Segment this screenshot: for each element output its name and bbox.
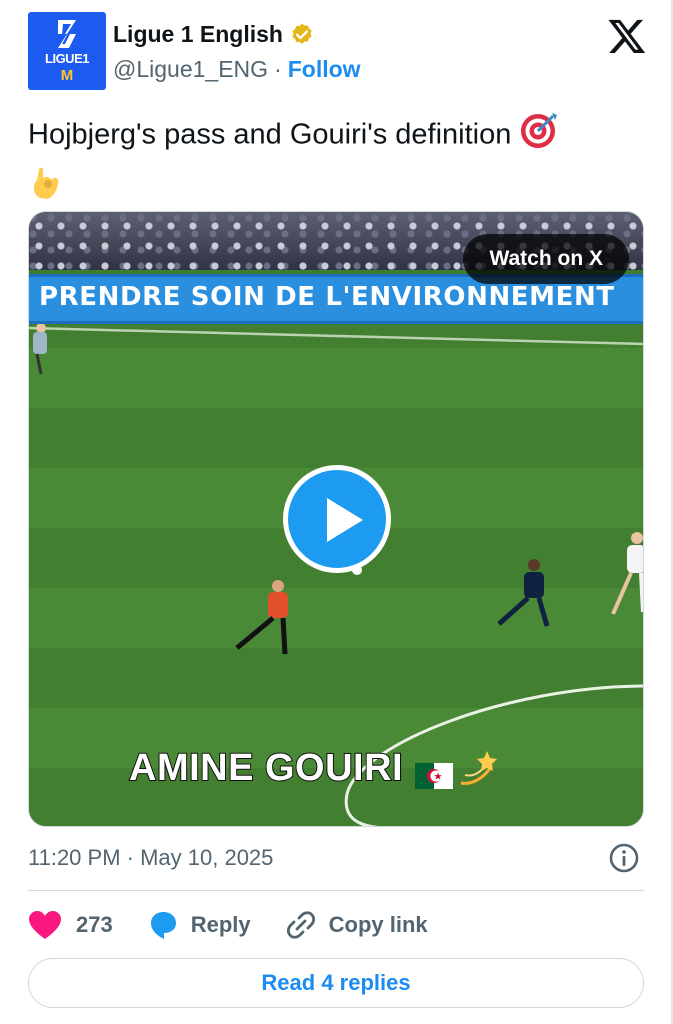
handle-line: @Ligue1_ENG · Follow <box>113 56 361 83</box>
referee <box>235 580 288 655</box>
copy-link-button[interactable]: Copy link <box>285 909 428 941</box>
ligue1-logo-icon <box>58 20 76 48</box>
timestamp-row: 11:20 PM · May 10, 2025 <box>28 842 644 878</box>
video-media[interactable]: PRENDRE SOIN DE L'ENVIRONNEMENT Watch on… <box>28 211 644 827</box>
x-logo-icon[interactable] <box>606 16 648 56</box>
player-white-2 <box>611 532 643 615</box>
bullseye-emoji-icon <box>519 110 559 162</box>
tweet-text: Hojbjerg's pass and Gouiri's definition <box>28 110 648 214</box>
dizzy-star-emoji-icon <box>457 749 498 789</box>
heart-icon <box>29 911 61 939</box>
info-icon[interactable] <box>608 842 640 874</box>
play-button[interactable] <box>283 465 391 573</box>
ok-hand-emoji-icon <box>28 162 68 214</box>
caption-text: AMINE GOUIRI <box>128 746 404 790</box>
action-bar: 273 Reply Copy link <box>28 903 644 947</box>
reply-label: Reply <box>190 912 251 937</box>
verified-badge-icon <box>292 23 312 44</box>
algeria-flag-icon <box>415 756 454 789</box>
follow-button[interactable]: Follow <box>288 56 361 83</box>
copy-link-label: Copy link <box>328 912 428 937</box>
name-line: Ligue 1 English <box>113 21 315 48</box>
mcdonalds-mark: M <box>60 67 74 84</box>
reply-bubble-icon <box>150 912 176 939</box>
player-blue-1 <box>497 559 550 627</box>
divider <box>28 890 644 891</box>
separator: · <box>274 56 282 82</box>
tweet-header: LIGUE1 M Ligue 1 English @Ligue1_ENG · F… <box>28 12 648 92</box>
tweet-card: LIGUE1 M Ligue 1 English @Ligue1_ENG · F… <box>0 0 673 1024</box>
link-icon <box>286 911 315 939</box>
handle[interactable]: @Ligue1_ENG <box>113 56 268 83</box>
like-button[interactable]: 273 <box>28 910 113 940</box>
board-text: PRENDRE SOIN DE L'ENVIRONNEMENT <box>39 282 615 312</box>
player-left-edge <box>33 324 47 375</box>
tweet-body: Hojbjerg's pass and Gouiri's definition <box>28 118 512 151</box>
avatar-text: LIGUE1 <box>45 51 89 66</box>
timestamp[interactable]: 11:20 PM · May 10, 2025 <box>28 845 273 871</box>
like-count: 273 <box>76 912 113 937</box>
watch-on-x-button[interactable]: Watch on X <box>463 234 629 284</box>
reply-button[interactable]: Reply <box>147 909 251 941</box>
display-name[interactable]: Ligue 1 English <box>113 21 283 48</box>
read-replies-button[interactable]: Read 4 replies <box>28 958 644 1008</box>
play-icon <box>327 498 363 542</box>
video-caption: AMINE GOUIRI <box>128 746 498 790</box>
avatar[interactable]: LIGUE1 M <box>28 12 106 90</box>
